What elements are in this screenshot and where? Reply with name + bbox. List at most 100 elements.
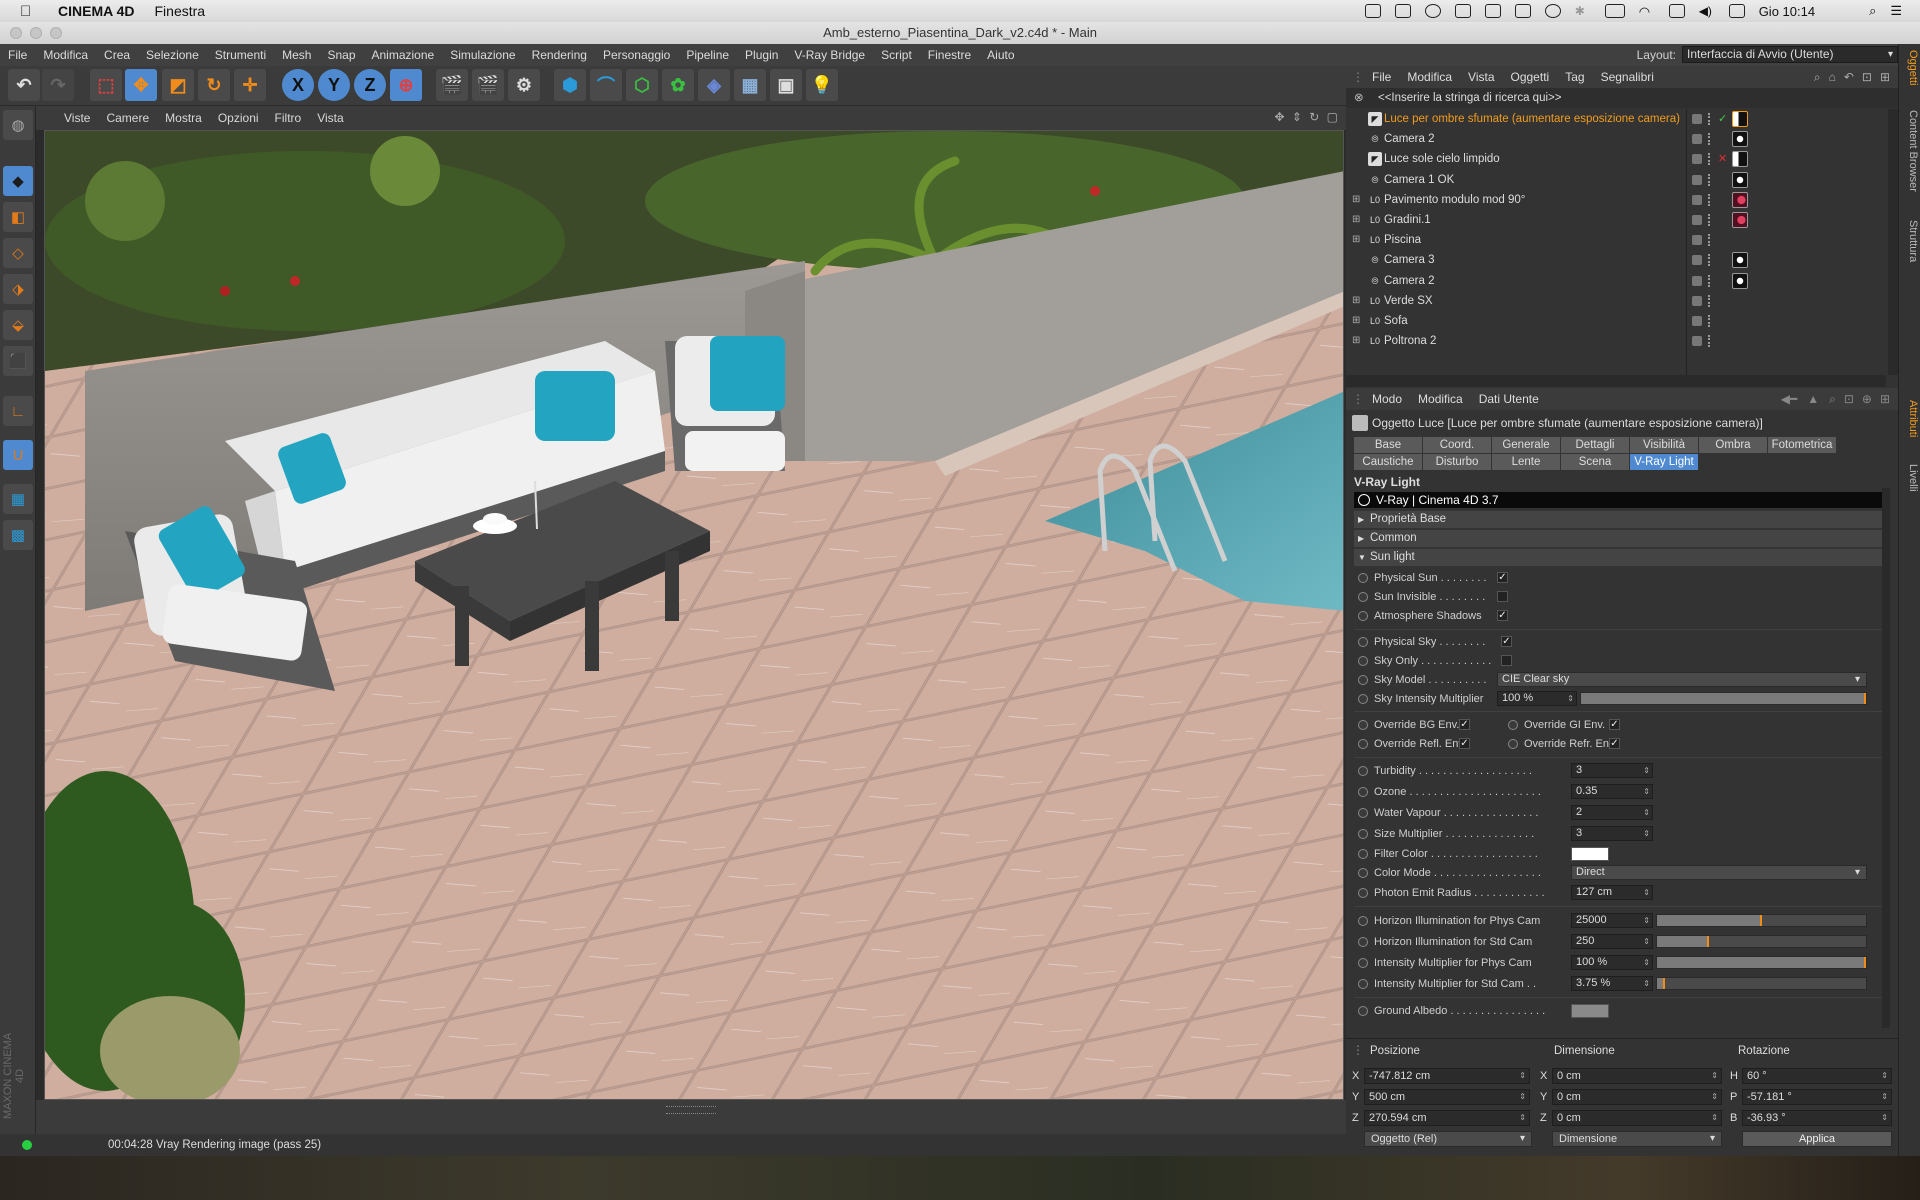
- animate-dot[interactable]: [1358, 829, 1368, 839]
- animate-dot[interactable]: [1358, 739, 1368, 749]
- grip-icon[interactable]: ⋮: [1346, 392, 1364, 406]
- size-x-field[interactable]: 0 cm: [1552, 1068, 1722, 1084]
- render-settings-icon[interactable]: ⚙: [508, 69, 540, 101]
- viewport-menu-vista[interactable]: Vista: [309, 111, 351, 125]
- group-common[interactable]: ▶ Common: [1354, 530, 1882, 547]
- viewport-menu-opzioni[interactable]: Opzioni: [210, 111, 267, 125]
- menu-crea[interactable]: Crea: [96, 48, 138, 62]
- tab-attributi[interactable]: Attributi: [1901, 400, 1919, 437]
- animate-dot[interactable]: [1358, 1006, 1368, 1016]
- animate-dot[interactable]: [1508, 720, 1518, 730]
- edges-mode-icon[interactable]: ⬙: [3, 310, 33, 340]
- grip-icon[interactable]: ⋮: [1352, 1043, 1364, 1057]
- workplane-mode-icon[interactable]: ◇: [3, 238, 33, 268]
- move-tool-icon[interactable]: ✥: [125, 69, 157, 101]
- polygons-mode-icon[interactable]: ⬛: [3, 346, 33, 376]
- redo-icon[interactable]: ↷: [42, 69, 74, 101]
- horizon-std-slider[interactable]: [1656, 935, 1867, 948]
- object-row[interactable]: ◤ Luce sole cielo limpido ✕: [1346, 149, 1886, 169]
- sky-intensity-field[interactable]: 100 %: [1497, 691, 1577, 706]
- coordinate-mode-dropdown[interactable]: Oggetto (Rel): [1364, 1131, 1532, 1147]
- airplay-icon[interactable]: [1668, 4, 1685, 18]
- intensity-std-field[interactable]: 3.75 %: [1571, 976, 1653, 991]
- animate-dot[interactable]: [1358, 766, 1368, 776]
- tab-base[interactable]: Base: [1354, 437, 1422, 453]
- close-window-button[interactable]: [10, 27, 22, 39]
- cube-primitive-icon[interactable]: ⬢: [554, 69, 586, 101]
- tab-visibilit[interactable]: Visibilità: [1630, 437, 1698, 453]
- camera-icon[interactable]: ▣: [770, 69, 802, 101]
- animate-dot[interactable]: [1358, 888, 1368, 898]
- attr-menu-modo[interactable]: Modo: [1364, 392, 1410, 406]
- x-axis-lock-button[interactable]: X: [282, 69, 314, 101]
- back-arrow-icon[interactable]: ◀━: [1781, 392, 1797, 406]
- turbidity-field[interactable]: 3: [1571, 763, 1653, 778]
- object-row[interactable]: ⦾ Camera 3: [1346, 250, 1886, 270]
- render-toggle-icon[interactable]: [1692, 114, 1702, 124]
- menu-selezione[interactable]: Selezione: [138, 48, 207, 62]
- points-mode-icon[interactable]: ⬗: [3, 274, 33, 304]
- attribute-scrollbar[interactable]: [1882, 488, 1890, 1028]
- animate-dot[interactable]: [1358, 937, 1368, 947]
- tab-v-ray-light[interactable]: V-Ray Light: [1630, 454, 1698, 470]
- visibility-dots-icon[interactable]: [1708, 294, 1712, 307]
- horizon-std-field[interactable]: 250: [1571, 934, 1653, 949]
- menu-modifica[interactable]: Modifica: [35, 48, 96, 62]
- last-tool-icon[interactable]: ✛: [234, 69, 266, 101]
- override-refr-checkbox[interactable]: ✓: [1609, 738, 1620, 749]
- coordinate-system-icon[interactable]: ⊕: [390, 69, 422, 101]
- menu-mesh[interactable]: Mesh: [274, 48, 319, 62]
- vray-camera-tag-icon[interactable]: [1732, 171, 1748, 188]
- attr-menu-dati-utente[interactable]: Dati Utente: [1471, 392, 1547, 406]
- expand-panel-icon[interactable]: ⊞: [1880, 392, 1890, 406]
- object-list-scrollbar[interactable]: [1888, 109, 1898, 375]
- volume-icon[interactable]: ◀): [1699, 4, 1715, 18]
- info-icon[interactable]: [1424, 4, 1441, 18]
- new-panel-icon[interactable]: ⊕: [1862, 392, 1872, 406]
- render-toggle-icon[interactable]: [1692, 235, 1702, 246]
- mograph-cloner-icon[interactable]: ✿: [662, 69, 694, 101]
- intensity-phys-slider[interactable]: [1656, 956, 1867, 969]
- object-row[interactable]: ⊞ L0 Pavimento modulo mod 90°: [1346, 190, 1886, 210]
- rotation-p-field[interactable]: -57.181 °: [1742, 1089, 1892, 1105]
- animate-dot[interactable]: [1358, 637, 1368, 647]
- obj-menu-vista[interactable]: Vista: [1460, 70, 1502, 84]
- tab-content-browser[interactable]: Content Browser: [1901, 110, 1919, 192]
- animate-dot[interactable]: [1358, 916, 1368, 926]
- search-icon[interactable]: ⌕: [1814, 70, 1821, 85]
- group-sun-light[interactable]: ▼ Sun light: [1354, 549, 1882, 566]
- vray-light-tag-icon[interactable]: [1732, 151, 1748, 168]
- horizon-phys-slider[interactable]: [1656, 914, 1867, 927]
- object-list-hscrollbar[interactable]: [1346, 375, 1886, 387]
- tab-ombra[interactable]: Ombra: [1699, 437, 1767, 453]
- override-bg-checkbox[interactable]: ✓: [1459, 719, 1470, 730]
- layout-dropdown[interactable]: Interfaccia di Avvio (Utente): [1682, 46, 1898, 63]
- search-icon[interactable]: ⌕: [1869, 3, 1876, 19]
- horizon-phys-field[interactable]: 25000: [1571, 913, 1653, 928]
- spline-icon[interactable]: ⌒: [590, 69, 622, 101]
- time-machine-icon[interactable]: [1544, 4, 1561, 18]
- tab-livelli[interactable]: Livelli: [1901, 464, 1919, 492]
- visibility-dots-icon[interactable]: [1708, 173, 1712, 186]
- finder-icon[interactable]: [1514, 4, 1531, 18]
- override-gi-checkbox[interactable]: ✓: [1609, 719, 1620, 730]
- animate-dot[interactable]: [1358, 979, 1368, 989]
- size-y-field[interactable]: 0 cm: [1552, 1089, 1722, 1105]
- light-icon[interactable]: 💡: [806, 69, 838, 101]
- mail-icon[interactable]: [1394, 4, 1411, 18]
- subdivision-icon[interactable]: ⬡: [626, 69, 658, 101]
- bluetooth-icon[interactable]: ✱: [1575, 4, 1591, 18]
- position-x-field[interactable]: -747.812 cm: [1364, 1068, 1530, 1084]
- vray-camera-tag-icon[interactable]: [1732, 252, 1748, 269]
- menu-aiuto[interactable]: Aiuto: [979, 48, 1022, 62]
- viewport-menu-filtro[interactable]: Filtro: [267, 111, 310, 125]
- floor-icon[interactable]: ▦: [734, 69, 766, 101]
- obj-menu-oggetti[interactable]: Oggetti: [1503, 70, 1558, 84]
- dropbox-icon[interactable]: [1364, 4, 1381, 18]
- undo-icon[interactable]: ↶: [8, 69, 40, 101]
- visibility-dots-icon[interactable]: [1708, 234, 1712, 247]
- position-z-field[interactable]: 270.594 cm: [1364, 1110, 1530, 1126]
- menu-snap[interactable]: Snap: [319, 48, 363, 62]
- object-row[interactable]: ◤ Luce per ombre sfumate (aumentare espos…: [1346, 109, 1886, 129]
- object-row[interactable]: ⊞ L0 Gradini.1: [1346, 210, 1886, 230]
